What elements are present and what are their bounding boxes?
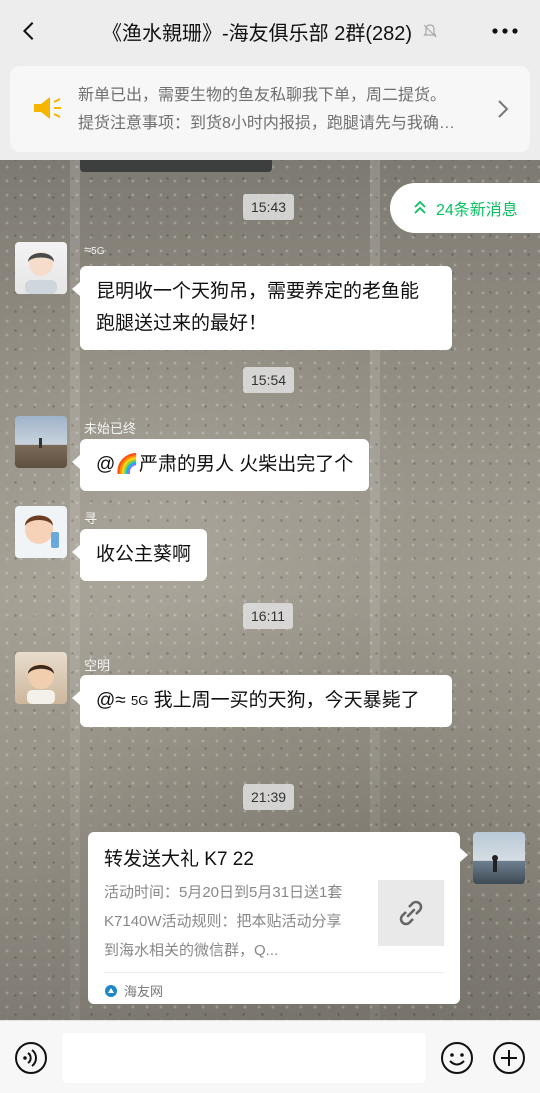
- my-avatar[interactable]: [473, 832, 525, 884]
- cartoon-brushing-avatar-icon: [25, 515, 59, 548]
- mute-bell-icon: [423, 24, 437, 38]
- chat-message-area[interactable]: 24条新消息 15:43 ≈5G 昆明收一个天狗吊，需要养定的老鱼能跑腿送过来的…: [0, 160, 540, 1020]
- announcement-line-2: 提货注意事项：到货8小时内报损，跑腿请先与我确…: [78, 115, 455, 132]
- card-title: 转发送大礼 K7 22: [104, 849, 254, 870]
- title-bar: 《渔水親珊》-海友俱乐部 2群(282): [0, 0, 540, 62]
- message-bubble[interactable]: @≈ 5G 我上周一买的天狗，今天暴毙了: [72, 675, 452, 727]
- new-messages-button[interactable]: 24条新消息: [390, 183, 540, 233]
- input-bar: [0, 1020, 540, 1093]
- card-source-name: 海友网: [124, 984, 164, 999]
- timestamp: 16:11: [243, 603, 293, 629]
- chevron-right-icon: [498, 100, 509, 118]
- more-icon: [492, 28, 518, 34]
- source-logo-icon: [105, 984, 117, 997]
- avatar[interactable]: [15, 416, 67, 468]
- speaker-icon: [34, 97, 61, 119]
- avatar[interactable]: [15, 652, 67, 704]
- message-bubble[interactable]: 收公主葵啊: [71, 529, 208, 581]
- avatar[interactable]: [15, 242, 67, 294]
- card-source: 海友网: [104, 972, 444, 1000]
- landscape-avatar-icon: [39, 438, 42, 448]
- previous-message-fragment: [80, 160, 272, 172]
- chat-title-text: 《渔水親珊》-海友俱乐部 2群(282): [101, 22, 413, 45]
- announcement-line-1: 新单已出，需要生物的鱼友私聊我下单，周二提货。: [78, 87, 447, 104]
- message-text: 我上周一买的天狗，今天暴毙了: [153, 690, 420, 711]
- beach-photo-avatar-icon: [492, 855, 498, 872]
- sender-name: 空明: [84, 658, 111, 673]
- back-arrow-icon: [22, 22, 34, 40]
- chat-title: 《渔水親珊》-海友俱乐部 2群(282): [80, 0, 460, 62]
- group-announcement[interactable]: 新单已出，需要生物的鱼友私聊我下单，周二提货。 提货注意事项：到货8小时内报损，…: [10, 66, 530, 152]
- more-button[interactable]: [490, 18, 520, 44]
- emoji-icon[interactable]: [440, 1041, 474, 1075]
- sender-name: 寻: [84, 511, 98, 526]
- timestamp: 21:39: [243, 784, 295, 810]
- add-more-icon[interactable]: [492, 1041, 526, 1075]
- sender-name: 未始已终: [84, 421, 137, 436]
- message-text: 收公主葵啊: [96, 544, 192, 565]
- new-messages-label: 24条新消息: [436, 202, 518, 219]
- timestamp: 15:43: [243, 194, 295, 220]
- card-description: 活动时间：5月20日到5月31日送1套K7140W活动规则：把本贴活动分享到海水…: [104, 884, 343, 959]
- double-chevron-up-icon: [414, 201, 426, 214]
- link-card[interactable]: 转发送大礼 K7 22 活动时间：5月20日到5月31日送1套K7140W活动规…: [88, 832, 468, 1004]
- voice-input-icon[interactable]: [14, 1041, 48, 1075]
- signal-label: 5G: [131, 693, 149, 708]
- message-text: @🌈严肃的男人 火柴出完了个: [96, 454, 354, 475]
- link-icon: [399, 900, 423, 926]
- back-button[interactable]: [14, 16, 44, 46]
- child-photo-avatar-icon: [27, 663, 55, 704]
- sender-signal: ≈5G: [84, 242, 105, 257]
- card-thumbnail: [378, 880, 444, 946]
- mention-label: @: [96, 690, 116, 711]
- message-bubble[interactable]: @🌈严肃的男人 火柴出完了个: [71, 439, 370, 491]
- message-input[interactable]: [62, 1033, 426, 1083]
- wifi-icon: ≈: [115, 690, 132, 711]
- avatar[interactable]: [15, 506, 67, 558]
- message-text: 昆明收一个天狗吊，需要养定的老鱼能跑腿送过来的最好！: [96, 281, 420, 334]
- message-bubble[interactable]: 昆明收一个天狗吊，需要养定的老鱼能跑腿送过来的最好！: [72, 266, 452, 350]
- cartoon-boy-avatar-icon: [25, 252, 57, 294]
- timestamp: 15:54: [243, 367, 295, 393]
